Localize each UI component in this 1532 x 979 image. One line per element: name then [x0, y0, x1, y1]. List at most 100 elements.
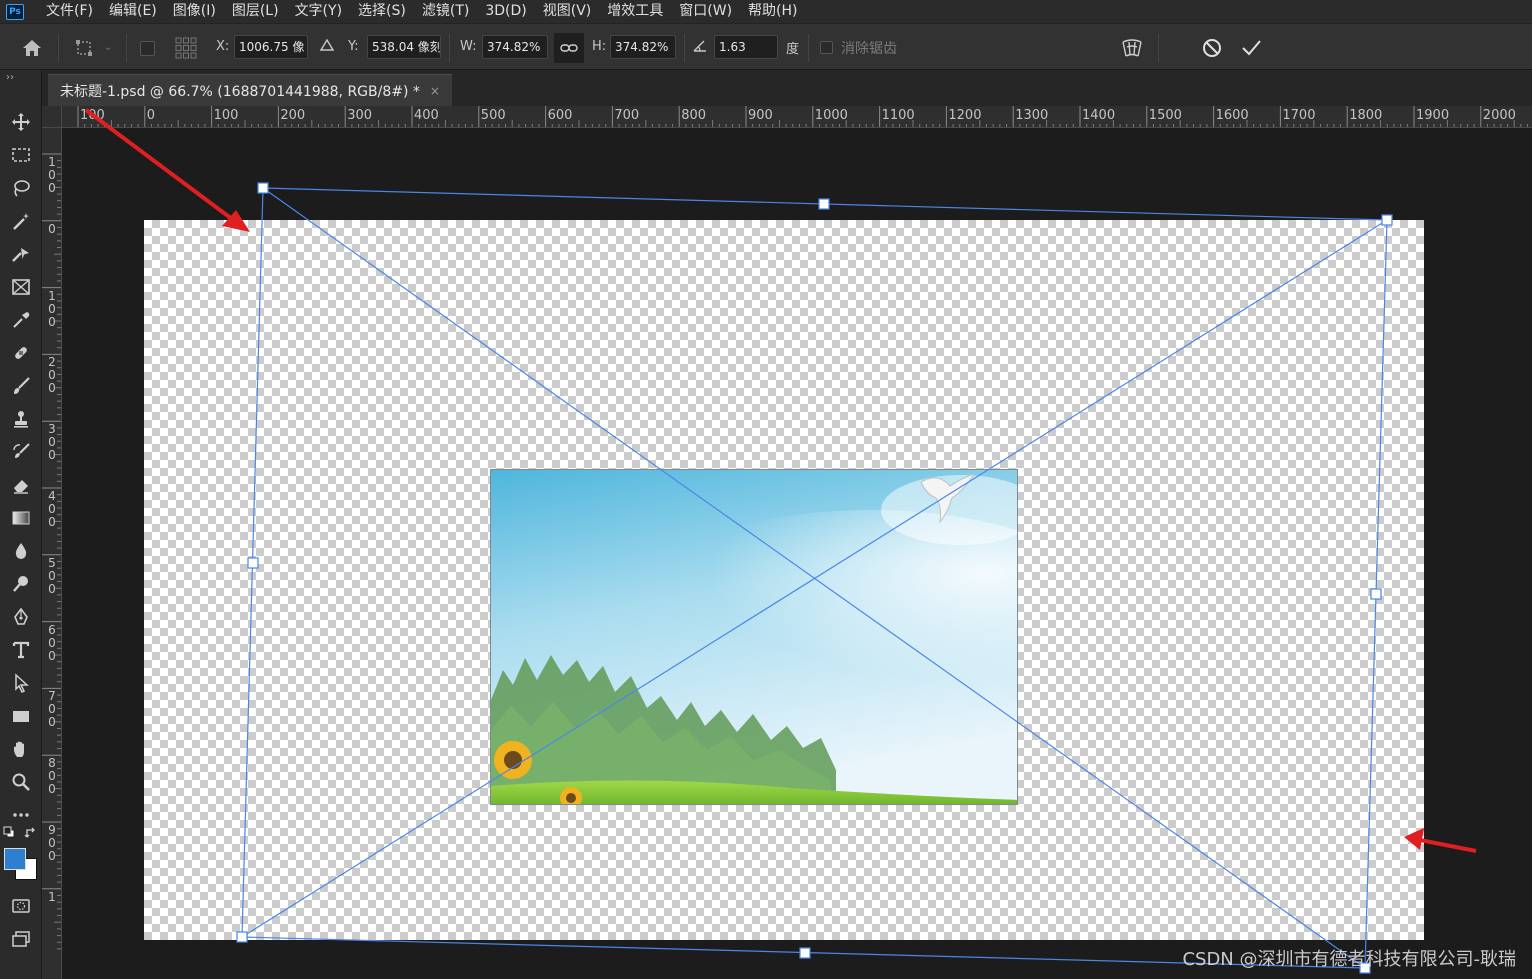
menu-view[interactable]: 视图(V) — [535, 0, 600, 23]
sky-meadow-photo — [491, 470, 1017, 804]
horizontal-ruler[interactable]: 100 0 100 200 300 400 500 600 700 800 900 1000 1100 1… — [62, 106, 1532, 128]
default-colors-icon[interactable] — [3, 826, 15, 838]
tools-panel: ›› — [0, 70, 42, 979]
chevron-down-icon[interactable]: ⌄ — [104, 42, 112, 53]
menu-3d[interactable]: 3D(D) — [477, 0, 534, 23]
reference-point-checkbox[interactable] — [140, 41, 155, 56]
antialias-checkbox[interactable] — [820, 41, 833, 54]
eyedropper-tool-icon[interactable] — [7, 306, 35, 334]
ruler-top-label: 2000 — [1482, 108, 1516, 123]
menu-layer[interactable]: 图层(L) — [224, 0, 287, 23]
ruler-top-label: 500 — [480, 108, 506, 123]
frame-tool-icon[interactable] — [7, 273, 35, 301]
ruler-left-label: 100 — [48, 155, 56, 195]
ruler-top-label: 1300 — [1015, 108, 1049, 123]
ruler-top-label: 1800 — [1349, 108, 1383, 123]
rotation-angle-field[interactable]: 1.63 — [714, 35, 778, 59]
gradient-tool-icon[interactable] — [7, 504, 35, 532]
panel-collapse-icon[interactable]: ›› — [6, 72, 14, 83]
ruler-top-label: 1100 — [881, 108, 915, 123]
brush-tool-icon[interactable] — [7, 372, 35, 400]
y-position-field[interactable]: 538.04 像刻 — [367, 35, 441, 59]
photoshop-logo-icon: Ps — [6, 3, 24, 20]
menu-edit[interactable]: 编辑(E) — [101, 0, 165, 23]
cancel-transform-icon[interactable] — [1198, 34, 1226, 62]
menu-select[interactable]: 选择(S) — [350, 0, 414, 23]
hand-tool-icon[interactable] — [7, 735, 35, 763]
ruler-left-label: 400 — [48, 489, 56, 529]
rectangle-tool-icon[interactable] — [7, 702, 35, 730]
ruler-left-label: 1 — [48, 889, 56, 904]
y-label: Y: — [348, 39, 359, 54]
canvas-workspace[interactable] — [63, 129, 1532, 979]
menu-filter[interactable]: 滤镜(T) — [414, 0, 477, 23]
marquee-tool-icon[interactable] — [7, 141, 35, 169]
healing-brush-tool-icon[interactable] — [7, 339, 35, 367]
dodge-tool-icon[interactable] — [7, 570, 35, 598]
antialias-label: 消除锯齿 — [841, 41, 897, 57]
history-brush-tool-icon[interactable] — [7, 438, 35, 466]
ruler-top-label: 1500 — [1148, 108, 1182, 123]
commit-transform-icon[interactable] — [1237, 34, 1265, 62]
blur-tool-icon[interactable] — [7, 537, 35, 565]
menu-type[interactable]: 文字(Y) — [287, 0, 350, 23]
menu-plugins[interactable]: 增效工具 — [599, 0, 671, 23]
ruler-top-label: 400 — [414, 108, 439, 123]
magic-wand-tool-icon[interactable] — [7, 207, 35, 235]
ruler-left-label: 900 — [48, 823, 56, 863]
ruler-top-label: 1600 — [1215, 108, 1249, 123]
ruler-left-label: 500 — [48, 555, 56, 596]
menu-help[interactable]: 帮助(H) — [740, 0, 805, 23]
screen-mode-icon[interactable] — [7, 925, 35, 953]
w-label: W: — [460, 39, 477, 54]
ruler-top-label: 200 — [280, 108, 306, 123]
type-tool-icon[interactable] — [7, 636, 35, 664]
width-field[interactable]: 374.82% — [482, 35, 548, 59]
ruler-left-label: 800 — [48, 756, 56, 797]
delta-icon[interactable] — [320, 38, 334, 52]
ruler-left-label: 100 — [48, 288, 56, 329]
clone-stamp-tool-icon[interactable] — [7, 405, 35, 433]
lasso-tool-icon[interactable] — [7, 174, 35, 202]
ruler-top-label: 1900 — [1416, 108, 1450, 123]
menu-image[interactable]: 图像(I) — [165, 0, 224, 23]
angle-unit: 度 — [786, 42, 800, 57]
move-tool-icon[interactable] — [7, 108, 35, 136]
ruler-top-label: 900 — [748, 108, 773, 123]
reference-point-grid-icon[interactable] — [172, 34, 200, 62]
x-position-field[interactable]: 1006.75 像 — [234, 35, 308, 59]
ruler-top-label: 600 — [547, 108, 573, 123]
transform-tool-icon[interactable] — [70, 34, 98, 62]
ruler-top-label: 1000 — [814, 108, 848, 123]
warp-mode-icon[interactable] — [1118, 34, 1146, 62]
zoom-tool-icon[interactable] — [7, 768, 35, 796]
document-canvas[interactable] — [144, 220, 1424, 940]
ruler-origin[interactable] — [42, 106, 62, 128]
menu-file[interactable]: 文件(F) — [38, 0, 101, 23]
menu-bar: Ps 文件(F) 编辑(E) 图像(I) 图层(L) 文字(Y) 选择(S) 滤… — [0, 0, 1532, 23]
ruler-top-label: 1400 — [1082, 108, 1116, 123]
quick-mask-icon[interactable] — [7, 892, 35, 920]
h-label: H: — [592, 39, 607, 54]
eraser-tool-icon[interactable] — [7, 471, 35, 499]
csdn-watermark: CSDN @深圳市有德者科技有限公司-耿瑞 — [1182, 949, 1516, 970]
path-selection-tool-icon[interactable] — [7, 669, 35, 697]
document-tab[interactable]: 未标题-1.psd @ 66.7% (1688701441988, RGB/8#… — [48, 74, 452, 106]
close-tab-icon[interactable]: × — [430, 84, 440, 98]
rotate-angle-icon — [692, 39, 708, 53]
menu-window[interactable]: 窗口(W) — [671, 0, 740, 23]
home-icon[interactable] — [18, 34, 46, 62]
vertical-ruler[interactable]: 100 0 100 200 300 400 500 600 700 800 900 1 — [42, 128, 62, 979]
height-field[interactable]: 374.82% — [610, 35, 676, 59]
pen-tool-icon[interactable] — [7, 603, 35, 631]
ruler-top-label: 1200 — [948, 108, 982, 123]
placed-image[interactable] — [490, 469, 1018, 805]
object-selection-tool-icon[interactable] — [7, 240, 35, 268]
more-tools-icon[interactable] — [7, 801, 35, 829]
ruler-top-label: 800 — [681, 108, 707, 123]
ruler-top-label: 100 — [213, 108, 239, 123]
ruler-left-label: 300 — [48, 422, 56, 463]
link-icon[interactable] — [554, 33, 584, 63]
swap-colors-icon[interactable] — [24, 826, 38, 840]
foreground-color-swatch[interactable] — [4, 848, 26, 870]
